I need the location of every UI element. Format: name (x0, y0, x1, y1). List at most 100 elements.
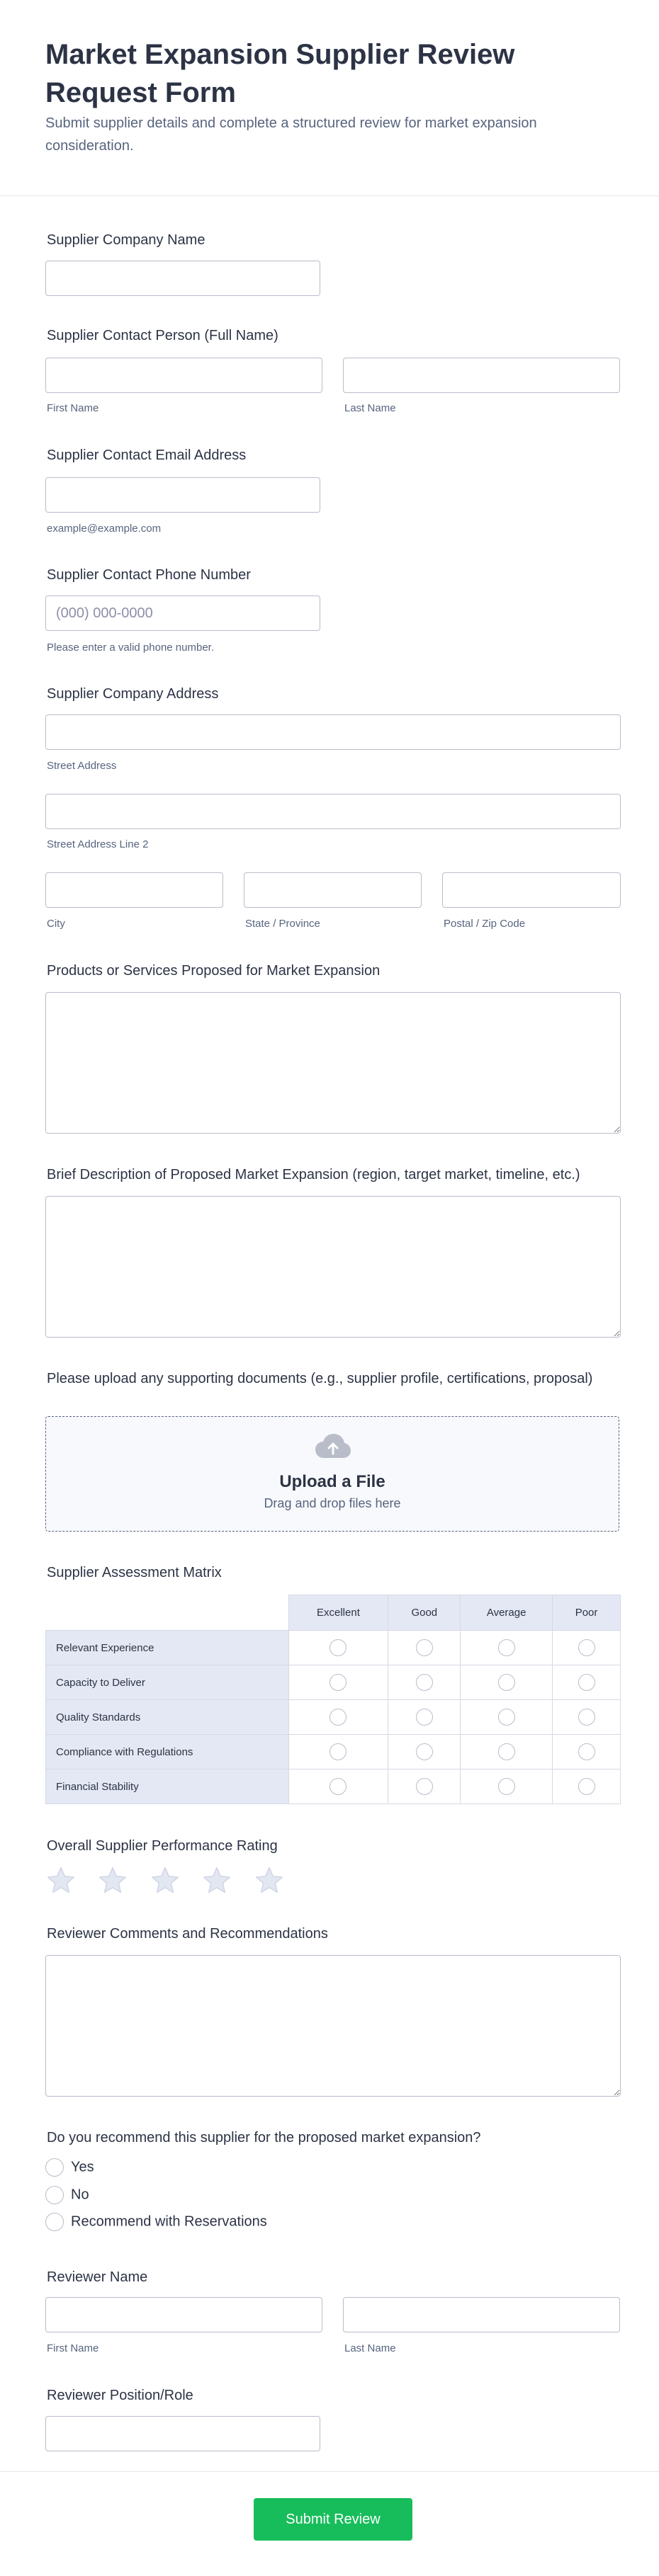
matrix-row-label: Relevant Experience (45, 1630, 289, 1665)
matrix-radio[interactable] (497, 1639, 515, 1656)
city-input[interactable] (45, 872, 223, 908)
matrix-radio[interactable] (578, 1639, 595, 1656)
matrix-radio[interactable] (415, 1743, 433, 1760)
matrix-radio[interactable] (415, 1639, 433, 1656)
file-upload-dropzone[interactable]: Upload a File Drag and drop files here (45, 1416, 619, 1532)
reviewer-first-name-input[interactable] (45, 2297, 322, 2332)
contact-first-name-sublabel: First Name (47, 402, 99, 414)
matrix-radio[interactable] (415, 1674, 433, 1691)
matrix-column-header: Good (388, 1595, 461, 1631)
star-icon[interactable] (45, 1865, 77, 1896)
phone-sublabel: Please enter a valid phone number. (47, 642, 214, 654)
upload-label: Please upload any supporting documents (… (47, 1371, 593, 1386)
description-textarea[interactable] (45, 1196, 621, 1338)
matrix-radio[interactable] (497, 1743, 515, 1760)
radio-button[interactable] (45, 2158, 64, 2177)
email-input[interactable] (45, 477, 320, 513)
star-icon[interactable] (97, 1865, 128, 1896)
street-address-2-input[interactable] (45, 794, 621, 829)
email-sublabel: example@example.com (47, 523, 162, 535)
matrix-radio[interactable] (578, 1778, 595, 1795)
contact-last-name-sublabel: Last Name (344, 402, 396, 414)
reviewer-last-name-sublabel: Last Name (344, 2342, 396, 2354)
state-sublabel: State / Province (245, 918, 320, 930)
matrix-radio[interactable] (415, 1709, 433, 1726)
recommend-label: Do you recommend this supplier for the p… (47, 2130, 481, 2145)
company-name-label: Supplier Company Name (47, 232, 205, 248)
radio-button[interactable] (45, 2213, 64, 2231)
matrix-radio[interactable] (497, 1709, 515, 1726)
street-address-input[interactable] (45, 714, 621, 750)
zip-input[interactable] (442, 872, 621, 908)
description-label: Brief Description of Proposed Market Exp… (47, 1167, 580, 1182)
reviewer-role-input[interactable] (45, 2416, 320, 2451)
zip-sublabel: Postal / Zip Code (444, 918, 526, 930)
company-name-input[interactable] (45, 261, 320, 296)
matrix-row-label: Financial Stability (45, 1769, 289, 1804)
matrix-label: Supplier Assessment Matrix (47, 1565, 222, 1580)
reviewer-first-name-sublabel: First Name (47, 2342, 99, 2354)
matrix-column-header: Poor (552, 1595, 621, 1631)
street-address-sublabel: Street Address (47, 760, 117, 772)
contact-person-label: Supplier Contact Person (Full Name) (47, 328, 278, 343)
comments-textarea[interactable] (45, 1955, 621, 2097)
matrix-column-header: Excellent (288, 1595, 389, 1631)
matrix-radio[interactable] (497, 1778, 515, 1795)
phone-input[interactable] (45, 595, 320, 631)
city-sublabel: City (47, 918, 65, 930)
reviewer-role-label: Reviewer Position/Role (47, 2388, 193, 2403)
contact-last-name-input[interactable] (343, 358, 620, 393)
star-icon[interactable] (201, 1865, 232, 1896)
cloud-upload-icon (315, 1434, 351, 1458)
option-label: Yes (71, 2159, 94, 2175)
address-label: Supplier Company Address (47, 686, 219, 702)
matrix-radio[interactable] (330, 1674, 347, 1691)
matrix-row-label: Capacity to Deliver (45, 1665, 289, 1700)
email-label: Supplier Contact Email Address (47, 448, 247, 463)
matrix-row: Relevant Experience (45, 1630, 621, 1665)
phone-label: Supplier Contact Phone Number (47, 567, 251, 583)
matrix-radio[interactable] (578, 1743, 595, 1760)
matrix-radio[interactable] (497, 1674, 515, 1691)
recommend-option-yes[interactable]: Yes (45, 2158, 94, 2178)
form-header: Market Expansion Supplier Review Request… (0, 0, 659, 196)
matrix-radio[interactable] (578, 1709, 595, 1726)
rating-label: Overall Supplier Performance Rating (47, 1838, 278, 1854)
matrix-row: Financial Stability (45, 1769, 621, 1804)
option-label: No (71, 2187, 89, 2203)
reviewer-name-label: Reviewer Name (47, 2269, 148, 2285)
products-label: Products or Services Proposed for Market… (47, 963, 381, 979)
state-input[interactable] (244, 872, 422, 908)
contact-first-name-input[interactable] (45, 358, 322, 393)
assessment-matrix: Excellent Good Average Poor Relevant Exp… (45, 1595, 621, 1804)
recommend-option-reservations[interactable]: Recommend with Reservations (45, 2213, 267, 2233)
reviewer-last-name-input[interactable] (343, 2297, 620, 2332)
option-label: Recommend with Reservations (71, 2213, 267, 2230)
matrix-radio[interactable] (330, 1709, 347, 1726)
submit-button[interactable]: Submit Review (254, 2498, 412, 2541)
comments-label: Reviewer Comments and Recommendations (47, 1926, 328, 1942)
star-icon[interactable] (254, 1865, 285, 1896)
star-rating (45, 1865, 303, 1900)
star-icon[interactable] (150, 1865, 181, 1896)
form-title: Market Expansion Supplier Review Request… (45, 39, 515, 108)
matrix-corner (45, 1595, 289, 1631)
products-textarea[interactable] (45, 992, 621, 1134)
matrix-column-header: Average (460, 1595, 553, 1631)
matrix-row: Capacity to Deliver (45, 1665, 621, 1700)
matrix-radio[interactable] (330, 1778, 347, 1795)
matrix-row-label: Quality Standards (45, 1699, 289, 1735)
matrix-radio[interactable] (415, 1778, 433, 1795)
recommend-option-no[interactable]: No (45, 2186, 89, 2206)
footer-divider (0, 2471, 659, 2472)
matrix-radio[interactable] (330, 1639, 347, 1656)
matrix-radio[interactable] (330, 1743, 347, 1760)
street-address-2-sublabel: Street Address Line 2 (47, 838, 149, 850)
form-subtitle: Submit supplier details and complete a s… (45, 115, 537, 154)
matrix-radio[interactable] (578, 1674, 595, 1691)
upload-title: Upload a File (279, 1472, 385, 1491)
matrix-row: Quality Standards (45, 1699, 621, 1735)
matrix-row-label: Compliance with Regulations (45, 1734, 289, 1769)
radio-button[interactable] (45, 2186, 64, 2204)
upload-subtitle: Drag and drop files here (264, 1496, 401, 1510)
